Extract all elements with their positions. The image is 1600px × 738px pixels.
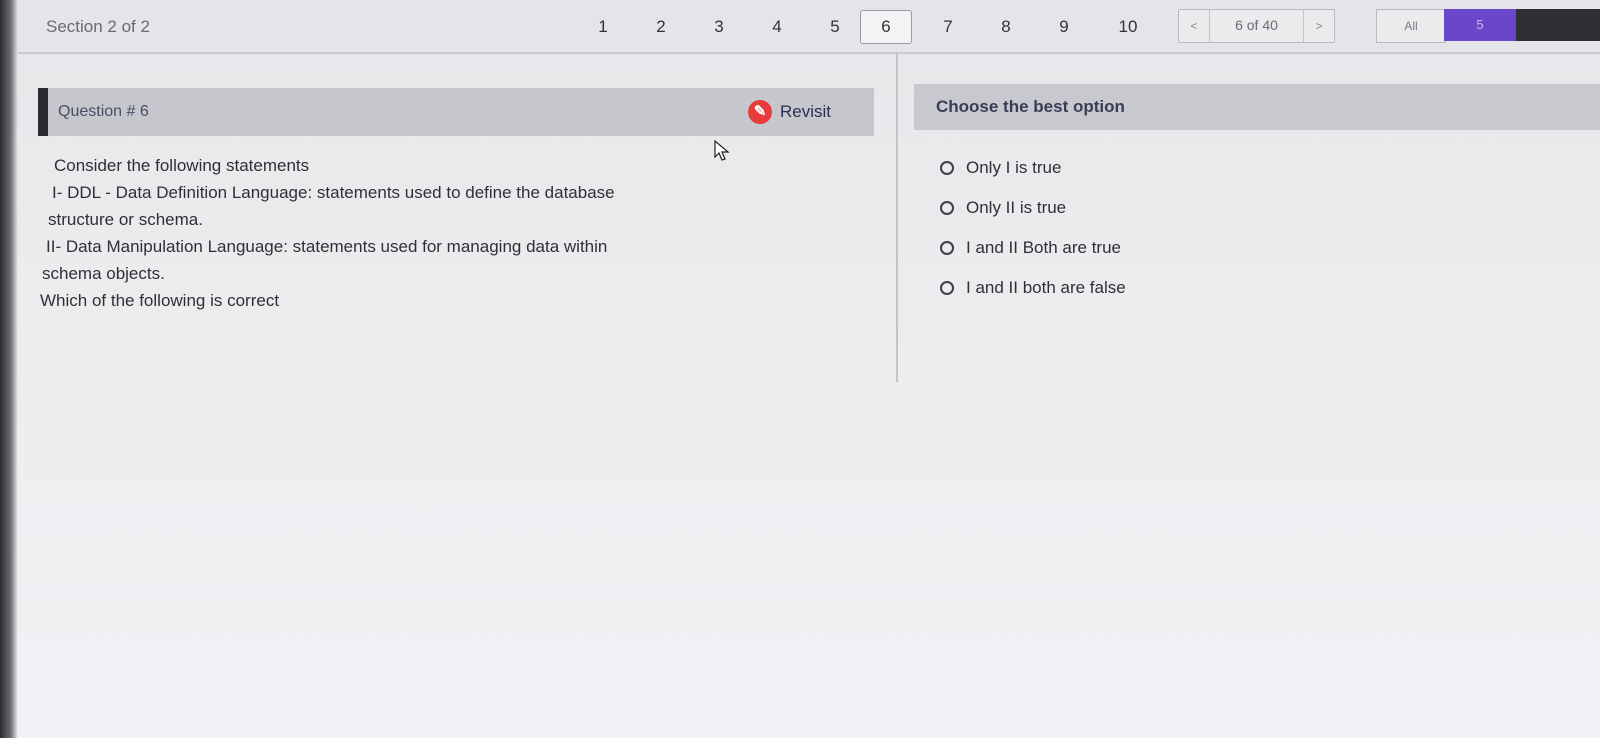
answer-option-label: Only I is true xyxy=(966,158,1062,177)
filter-count-badge[interactable]: 5 xyxy=(1444,9,1516,41)
question-number-10[interactable]: 10 xyxy=(1108,14,1148,40)
question-number-5[interactable]: 5 xyxy=(815,14,855,40)
question-number-4[interactable]: 4 xyxy=(757,14,797,40)
answer-options: Only I is true Only II is true I and II … xyxy=(940,148,1126,308)
revisit-icon: ✎ xyxy=(748,100,772,124)
question-line: Which of the following is correct xyxy=(40,291,280,310)
revisit-label: Revisit xyxy=(780,102,832,121)
toolbar-end-block xyxy=(1516,9,1600,41)
question-number-3[interactable]: 3 xyxy=(699,14,739,40)
radio-button[interactable] xyxy=(940,201,954,215)
question-text: Consider the following statements I- DDL… xyxy=(40,152,760,314)
answer-option-2[interactable]: Only II is true xyxy=(940,188,1126,228)
question-line: I- DDL - Data Definition Language: state… xyxy=(52,183,615,202)
next-question-button[interactable]: > xyxy=(1303,10,1334,42)
answer-option-4[interactable]: I and II both are false xyxy=(940,268,1126,308)
question-line: Consider the following statements xyxy=(54,156,310,175)
question-header: Question # 6 ✎ Revisit xyxy=(38,88,874,136)
question-pager: < 6 of 40 > xyxy=(1178,9,1335,43)
question-count: 6 of 40 xyxy=(1235,17,1278,33)
answer-option-label: I and II both are false xyxy=(966,278,1126,297)
question-number-8[interactable]: 8 xyxy=(986,14,1026,40)
previous-question-button[interactable]: < xyxy=(1179,10,1210,42)
panel-divider xyxy=(896,52,898,382)
question-navigation-bar: Section 2 of 2 1 2 3 4 5 6 7 8 9 10 < 6 … xyxy=(18,0,1600,54)
answer-option-1[interactable]: Only I is true xyxy=(940,148,1126,188)
question-number-1[interactable]: 1 xyxy=(583,14,623,40)
answer-option-label: Only II is true xyxy=(966,198,1067,217)
question-number-2[interactable]: 2 xyxy=(641,14,681,40)
answer-option-label: I and II Both are true xyxy=(966,238,1121,257)
radio-button[interactable] xyxy=(940,161,954,175)
options-header: Choose the best option xyxy=(914,84,1600,130)
question-line: II- Data Manipulation Language: statemen… xyxy=(46,237,608,256)
question-number-9[interactable]: 9 xyxy=(1044,14,1084,40)
section-label: Section 2 of 2 xyxy=(46,17,150,36)
question-title: Question # 6 xyxy=(58,103,149,120)
question-number-6-active[interactable]: 6 xyxy=(860,10,912,44)
radio-button[interactable] xyxy=(940,281,954,295)
question-header-accent xyxy=(38,88,48,136)
question-number-7[interactable]: 7 xyxy=(928,14,968,40)
screen-bezel xyxy=(0,0,18,738)
answer-option-3[interactable]: I and II Both are true xyxy=(940,228,1126,268)
options-header-label: Choose the best option xyxy=(936,97,1125,116)
filter-all-button[interactable]: All xyxy=(1376,9,1446,43)
radio-button[interactable] xyxy=(940,241,954,255)
question-line: structure or schema. xyxy=(48,210,203,229)
revisit-button[interactable]: ✎ Revisit xyxy=(748,97,831,127)
question-line: schema objects. xyxy=(42,264,165,283)
